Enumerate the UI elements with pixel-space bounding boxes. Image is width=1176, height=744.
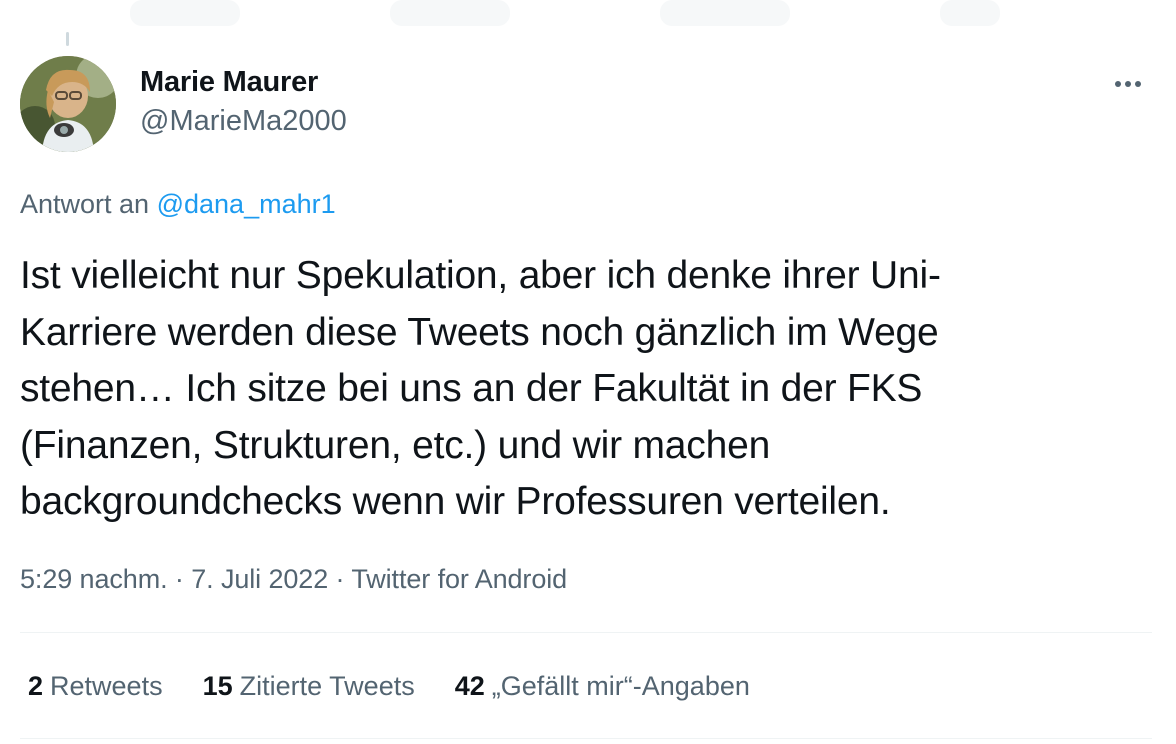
tweet-text-line: stehen… Ich sitze bei uns an der Fakultä… [20, 367, 923, 410]
tweet-source-link[interactable]: Twitter for Android [351, 564, 567, 594]
retweets-stat[interactable]: 2 Retweets [28, 668, 163, 704]
quote-tweets-label: Zitierte Tweets [239, 671, 415, 701]
retweets-count: 2 [28, 671, 44, 701]
likes-count: 42 [454, 671, 485, 701]
author-block[interactable]: Marie Maurer @MarieMa2000 [140, 64, 347, 141]
divider [20, 632, 1152, 633]
tweet-date-link[interactable]: 7. Juli 2022 [191, 564, 328, 594]
tweet-text: Ist vielleicht nur Spekulation, aber ich… [20, 248, 1160, 531]
tweet-text-line: backgroundchecks wenn wir Professuren ve… [20, 480, 891, 523]
engagement-stats: 2 Retweets 15 Zitierte Tweets 42 „Gefällt m… [28, 668, 750, 704]
reply-mention-link[interactable]: @dana_mahr1 [157, 189, 336, 219]
tweet-metadata: 5:29 nachm. · 7. Juli 2022 · Twitter for… [20, 561, 567, 597]
thread-connector-line [66, 32, 69, 46]
quote-tweets-stat[interactable]: 15 Zitierte Tweets [203, 668, 415, 704]
ghost-action [940, 0, 1000, 26]
display-name[interactable]: Marie Maurer [140, 64, 347, 100]
ghost-action [390, 0, 510, 26]
more-horizontal-icon [1135, 81, 1141, 87]
more-horizontal-icon [1125, 81, 1131, 87]
user-handle[interactable]: @MarieMa2000 [140, 101, 347, 141]
avatar-photo [20, 56, 116, 152]
reply-context: Antwort an @dana_mahr1 [20, 186, 336, 222]
avatar[interactable] [20, 56, 116, 152]
tweet-detail: Marie Maurer @MarieMa2000 Antwort an @da… [0, 0, 1176, 744]
meta-separator: · [335, 564, 345, 594]
tweet-text-line: Karriere werden diese Tweets noch gänzli… [20, 310, 939, 354]
tweet-text-line: Ist vielleicht nur Spekulation, aber ich… [20, 254, 941, 297]
meta-separator: · [174, 564, 184, 594]
reply-prefix: Antwort an [20, 189, 150, 219]
tweet-text-line: (Finanzen, Strukturen, etc.) und wir mac… [20, 423, 771, 467]
tweet-time-link[interactable]: 5:29 nachm. [20, 564, 168, 594]
more-options-button[interactable] [1110, 66, 1146, 102]
divider [20, 738, 1152, 739]
ghost-action [130, 0, 240, 26]
likes-stat[interactable]: 42 „Gefällt mir“-Angaben [455, 668, 750, 704]
quote-tweets-count: 15 [202, 671, 233, 701]
previous-tweet-actions-cropped [0, 0, 1176, 30]
ghost-action [660, 0, 790, 26]
retweets-label: Retweets [50, 671, 163, 701]
likes-label: „Gefällt mir“-Angaben [491, 671, 750, 701]
more-horizontal-icon [1115, 81, 1121, 87]
